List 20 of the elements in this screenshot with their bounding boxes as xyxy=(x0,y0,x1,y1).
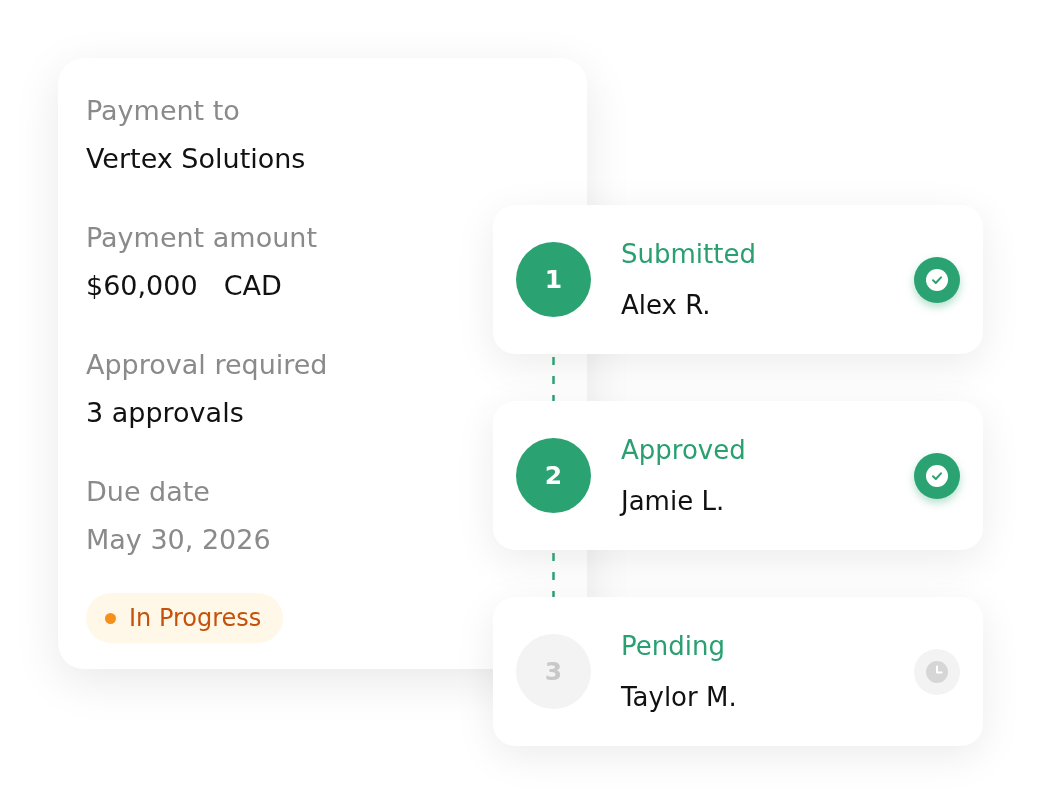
field-label: Payment to xyxy=(86,95,240,127)
step-status: Pending xyxy=(621,630,725,662)
field-label: Approval required xyxy=(86,349,328,381)
field-value: 3 approvals xyxy=(86,397,244,429)
person-name: Alex R. xyxy=(621,289,711,321)
field-value: May 30, 2026 xyxy=(86,524,271,556)
field-value: $60,000 xyxy=(86,270,198,302)
field-value: Vertex Solutions xyxy=(86,143,306,175)
step-status: Approved xyxy=(621,434,746,466)
field-label: Due date xyxy=(86,476,210,508)
field-label: Payment amount xyxy=(86,222,317,254)
step-number: 2 xyxy=(516,438,591,513)
status-badge: In Progress xyxy=(86,593,284,643)
currency-label: CAD xyxy=(223,270,282,302)
person-name: Taylor M. xyxy=(621,681,737,713)
person-name: Jamie L. xyxy=(621,485,725,517)
connector-line xyxy=(552,550,555,597)
step-status: Submitted xyxy=(621,238,756,270)
connector-line xyxy=(552,354,555,401)
step-number: 1 xyxy=(516,242,591,317)
